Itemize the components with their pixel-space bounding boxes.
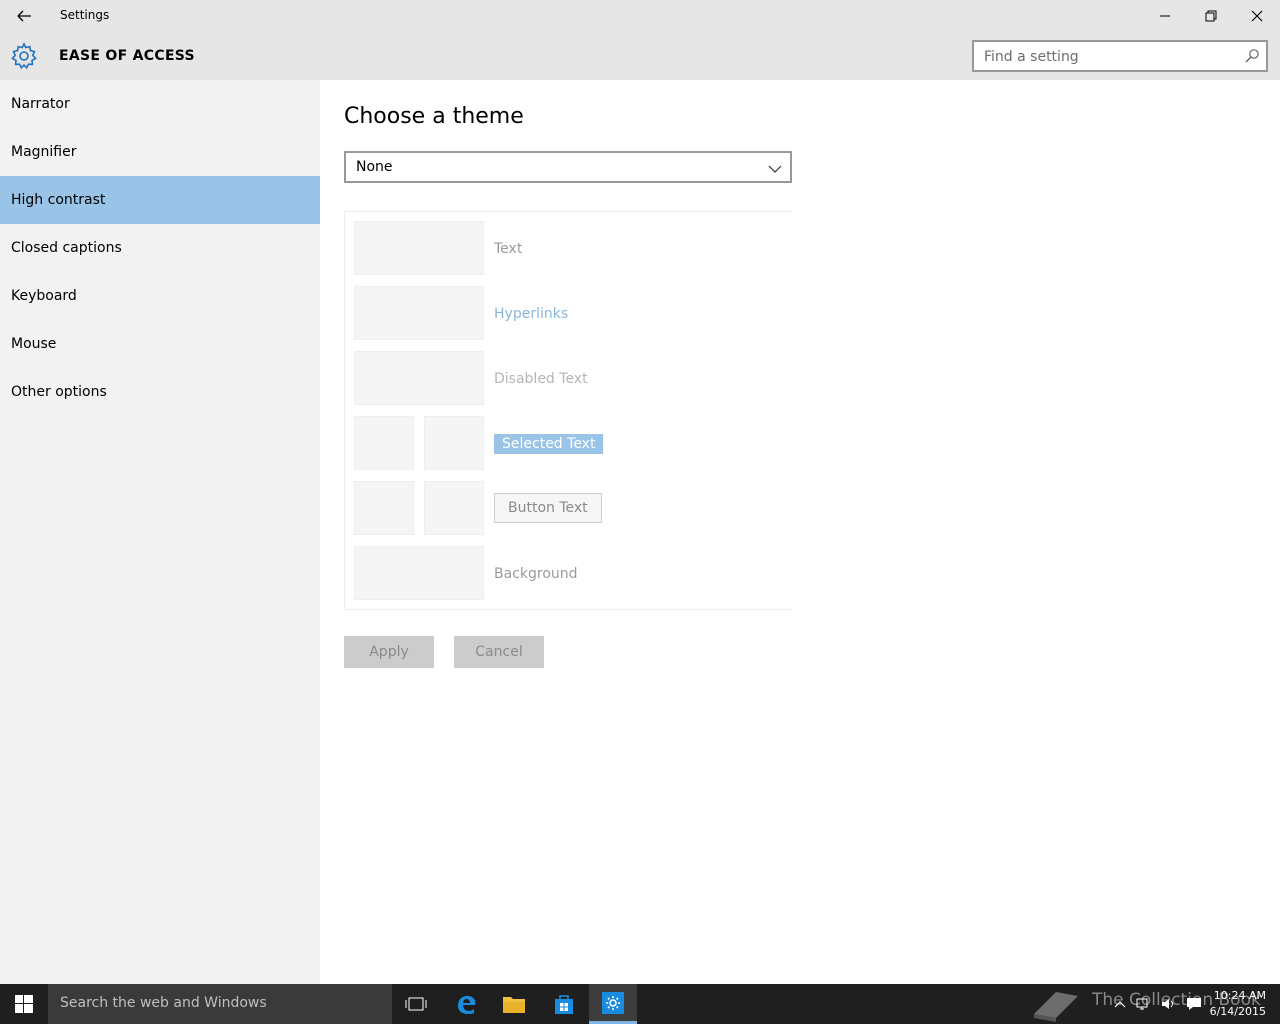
section-title: EASE OF ACCESS xyxy=(59,48,195,64)
sidebar-item-closed-captions[interactable]: Closed captions xyxy=(0,224,320,272)
sidebar-item-narrator[interactable]: Narrator xyxy=(0,80,320,128)
find-setting-search[interactable] xyxy=(972,40,1268,72)
start-button[interactable] xyxy=(0,984,48,1024)
selected-text-bg-swatch xyxy=(424,416,484,470)
disabled-text-color-swatch xyxy=(354,351,484,405)
back-arrow-icon[interactable] xyxy=(12,6,36,26)
minimize-button[interactable] xyxy=(1142,0,1188,32)
sidebar-item-keyboard[interactable]: Keyboard xyxy=(0,272,320,320)
title-bar: Settings xyxy=(0,0,1280,32)
network-icon[interactable] xyxy=(1136,996,1152,1012)
book-icon xyxy=(1034,992,1078,1022)
settings-taskbar-icon[interactable] xyxy=(589,984,637,1024)
close-button[interactable] xyxy=(1234,0,1280,32)
restore-button[interactable] xyxy=(1188,0,1234,32)
edge-browser-icon[interactable] xyxy=(442,984,490,1024)
theme-dropdown-value: None xyxy=(356,159,393,175)
close-icon xyxy=(1251,10,1263,22)
clock-time: 10:24 AM xyxy=(1213,989,1266,1002)
gear-icon xyxy=(10,42,38,70)
preview-text-label: Text xyxy=(494,241,523,257)
preview-background-label: Background xyxy=(494,566,578,582)
button-text-fg-swatch xyxy=(354,481,414,535)
preview-button-text-label: Button Text xyxy=(494,493,602,523)
sidebar-item-magnifier[interactable]: Magnifier xyxy=(0,128,320,176)
minimize-icon xyxy=(1160,15,1170,17)
windows-logo-icon xyxy=(15,995,33,1013)
theme-preview: Text Hyperlinks Disabled Text Selected T… xyxy=(344,211,792,610)
taskbar-search-box[interactable]: Search the web and Windows xyxy=(48,984,392,1024)
task-view-icon[interactable] xyxy=(392,984,440,1024)
action-center-icon[interactable] xyxy=(1186,996,1202,1012)
sidebar-item-mouse[interactable]: Mouse xyxy=(0,320,320,368)
theme-dropdown[interactable]: None xyxy=(344,151,792,183)
cancel-button[interactable]: Cancel xyxy=(454,636,544,668)
window-title: Settings xyxy=(60,8,110,22)
chevron-up-icon[interactable] xyxy=(1112,996,1128,1012)
store-icon[interactable] xyxy=(540,984,588,1024)
restore-icon xyxy=(1205,10,1217,22)
preview-hyperlinks-label: Hyperlinks xyxy=(494,306,569,322)
clock[interactable]: 10:24 AM 6/14/2015 xyxy=(1210,988,1266,1020)
sidebar-item-other-options[interactable]: Other options xyxy=(0,368,320,416)
taskbar: Search the web and Windows The Collectio… xyxy=(0,984,1280,1024)
text-color-swatch xyxy=(354,221,484,275)
search-icon[interactable] xyxy=(1244,48,1260,64)
clock-date: 6/14/2015 xyxy=(1209,1005,1266,1018)
main-content: Choose a theme None Text Hyperlinks Disa… xyxy=(320,80,1280,984)
hyperlink-color-swatch xyxy=(354,286,484,340)
apply-button[interactable]: Apply xyxy=(344,636,434,668)
background-color-swatch xyxy=(354,546,484,600)
sidebar-nav: Narrator Magnifier High contrast Closed … xyxy=(0,80,320,984)
preview-selected-text-label: Selected Text xyxy=(494,434,604,454)
page-title: Choose a theme xyxy=(344,104,524,129)
taskbar-search-text: Search the web and Windows xyxy=(60,995,267,1011)
preview-disabled-text-label: Disabled Text xyxy=(494,371,588,387)
volume-icon[interactable] xyxy=(1160,996,1176,1012)
selected-text-fg-swatch xyxy=(354,416,414,470)
sidebar-item-high-contrast[interactable]: High contrast xyxy=(0,176,320,224)
settings-header: EASE OF ACCESS xyxy=(0,32,1280,80)
search-input[interactable] xyxy=(984,48,1234,66)
file-explorer-icon[interactable] xyxy=(490,984,538,1024)
button-text-bg-swatch xyxy=(424,481,484,535)
chevron-down-icon xyxy=(768,161,782,175)
